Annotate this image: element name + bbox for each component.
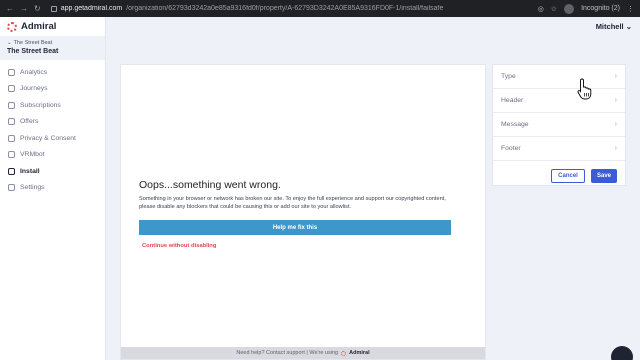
property-name: The Street Beat — [7, 48, 59, 55]
chevron-right-icon: › — [614, 121, 617, 128]
save-button[interactable]: Save — [591, 169, 617, 183]
address-bar[interactable]: app.getadmiral.com/organization/62793d32… — [50, 5, 481, 12]
property-org: The Street Beat — [13, 40, 53, 46]
sidebar-item-privacy[interactable]: Privacy & Consent — [0, 130, 105, 147]
admiral-mini-logo-icon — [341, 350, 347, 356]
tag-icon — [8, 101, 15, 109]
browser-actions: ◎ ☆ Incognito (2) ⋮ — [538, 3, 640, 14]
incognito-avatar[interactable] — [564, 3, 575, 14]
error-body: Something in your browser or network has… — [139, 196, 446, 211]
logo-text: Admiral — [21, 21, 57, 32]
section-message[interactable]: Message › — [493, 113, 625, 137]
menu-dots-icon[interactable]: ⋮ — [627, 5, 634, 13]
failsafe-preview: Oops...something went wrong. Something i… — [120, 64, 486, 360]
house-icon — [8, 68, 15, 76]
sidebar-item-subscriptions[interactable]: Subscriptions — [0, 97, 105, 114]
sidebar-item-vrmbot[interactable]: VRMbot — [0, 147, 105, 164]
sidebar-menu: Analytics Journeys Subscriptions Offers … — [0, 60, 105, 196]
panel-actions: Cancel Save — [493, 161, 625, 183]
section-header[interactable]: Header › — [493, 89, 625, 113]
footer-brand: Admiral — [349, 350, 370, 356]
user-menu[interactable]: Mitchell ⌄ — [596, 22, 632, 31]
settings-panel: Type › Header › Message › Footer › Cancel Sa… — [492, 64, 626, 186]
error-message: Oops...something went wrong. Something i… — [139, 179, 451, 249]
hand-cursor-icon — [577, 78, 592, 100]
chevron-down-icon: ⌄ — [625, 22, 632, 31]
browser-bar: ← → ↻ app.getadmiral.com/organization/62… — [0, 0, 640, 17]
section-type[interactable]: Type › — [493, 65, 625, 89]
lock-icon — [50, 5, 57, 12]
star-icon[interactable]: ☆ — [551, 5, 557, 13]
chevron-right-icon: › — [614, 145, 617, 152]
browser-nav: ← → ↻ — [0, 4, 41, 13]
footer-text[interactable]: Need help? Contact support | We're using — [236, 350, 338, 356]
sidebar-item-journeys[interactable]: Journeys — [0, 81, 105, 98]
chevron-right-icon: › — [614, 97, 617, 104]
path-icon — [8, 85, 15, 93]
continue-link[interactable]: Continue without disabling — [139, 243, 451, 249]
top-bar: Mitchell ⌄ — [106, 17, 640, 36]
sidebar-item-install[interactable]: Install — [0, 163, 105, 180]
chat-icon — [8, 151, 15, 159]
gear-icon — [8, 184, 15, 192]
help-chat-button[interactable] — [611, 346, 633, 360]
shield-icon — [8, 134, 15, 142]
cancel-button[interactable]: Cancel — [551, 169, 585, 183]
sidebar: Admiral ⌄ The Street Beat The Street Beat… — [0, 17, 106, 360]
profile-label[interactable]: Incognito (2) — [581, 5, 620, 12]
flag-icon — [8, 118, 15, 126]
sidebar-item-analytics[interactable]: Analytics — [0, 64, 105, 81]
back-arrow-icon[interactable]: ← — [6, 4, 14, 13]
error-title: Oops...something went wrong. — [139, 179, 281, 191]
url-path: /organization/62793d3242a0e85a9316fd0f/p… — [126, 5, 444, 12]
sidebar-item-settings[interactable]: Settings — [0, 180, 105, 197]
url-host: app.getadmiral.com — [60, 5, 123, 12]
property-selector[interactable]: ⌄ The Street Beat The Street Beat — [0, 36, 105, 60]
reload-icon[interactable]: ↻ — [34, 4, 41, 13]
chevron-right-icon: › — [614, 73, 617, 80]
logo[interactable]: Admiral — [0, 17, 105, 36]
admiral-logo-icon — [7, 21, 17, 32]
section-footer[interactable]: Footer › — [493, 137, 625, 161]
chevron-down-icon: ⌄ — [7, 40, 12, 46]
code-icon — [8, 167, 15, 175]
sidebar-item-offers[interactable]: Offers — [0, 114, 105, 131]
forward-arrow-icon[interactable]: → — [20, 4, 28, 13]
eye-off-icon[interactable]: ◎ — [538, 5, 544, 13]
help-fix-button[interactable]: Help me fix this — [139, 220, 451, 236]
preview-footer: Need help? Contact support | We're using… — [121, 347, 485, 359]
